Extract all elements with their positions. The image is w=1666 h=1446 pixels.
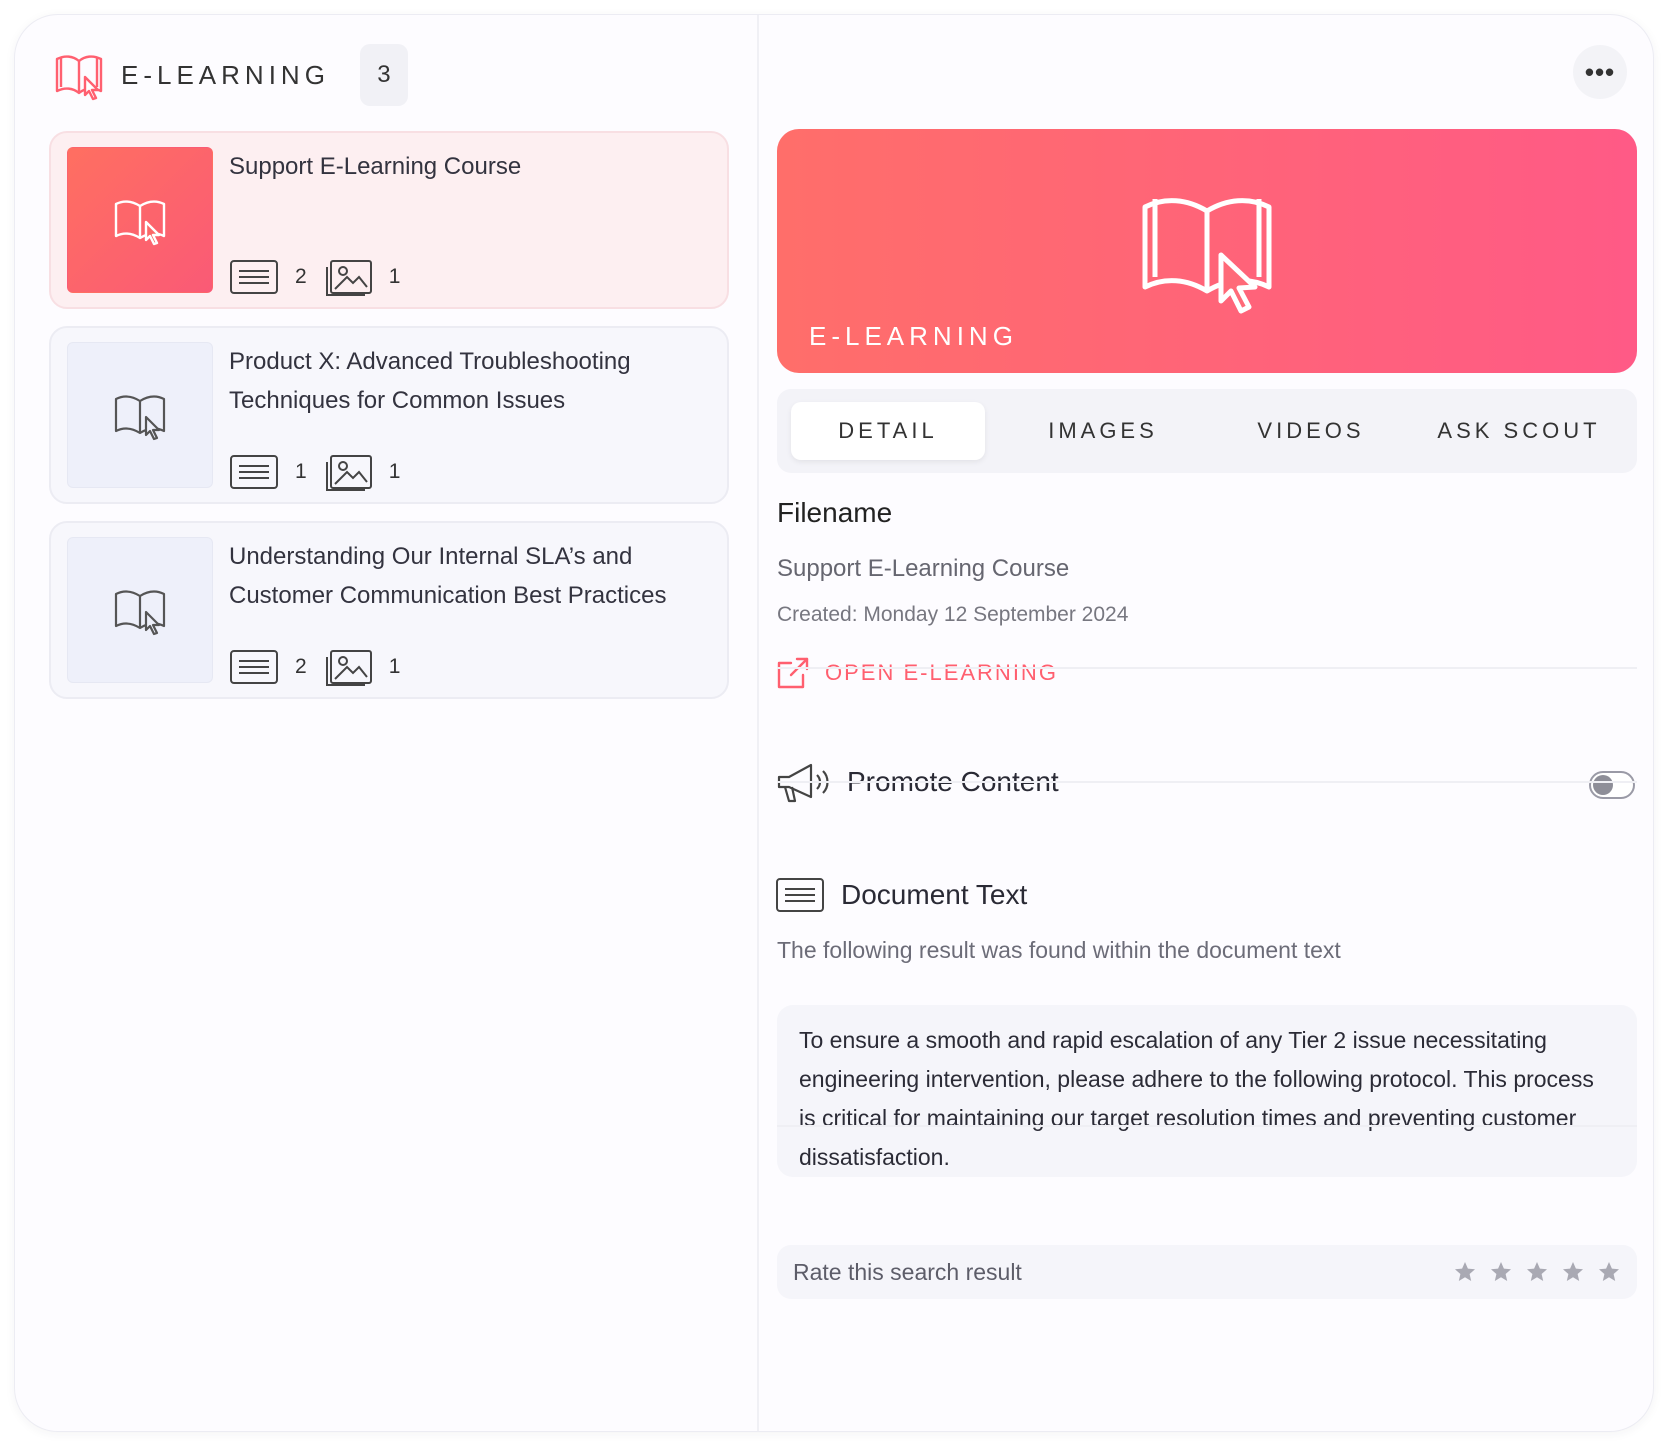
document-icon — [776, 878, 824, 912]
document-icon — [230, 455, 278, 489]
doc-count: 2 — [295, 265, 307, 288]
document-icon — [230, 260, 278, 294]
star-icon[interactable] — [1489, 1260, 1513, 1284]
image-icon — [325, 260, 372, 296]
star-icon[interactable] — [1525, 1260, 1549, 1284]
document-text-excerpt: To ensure a smooth and rapid escalation … — [799, 1027, 1594, 1170]
image-icon — [325, 650, 372, 686]
document-text-header: Document Text — [775, 875, 1027, 915]
tab-videos[interactable]: VIDEOS — [1207, 402, 1415, 460]
tab-ask-scout[interactable]: ASK SCOUT — [1415, 402, 1623, 460]
more-options-button[interactable]: ••• — [1573, 45, 1627, 99]
list-item[interactable]: Support E-Learning Course 2 1 — [49, 131, 729, 309]
column-divider — [757, 15, 759, 1431]
list-item[interactable]: Understanding Our Internal SLA’s and Cus… — [49, 521, 729, 699]
open-elearning-link[interactable]: OPEN E-LEARNING — [775, 655, 1058, 691]
filename-label: Filename — [777, 497, 893, 528]
filename-value: Support E-Learning Course — [777, 555, 1070, 582]
item-thumbnail — [67, 342, 213, 488]
image-count: 1 — [388, 655, 401, 678]
document-text-title: Document Text — [841, 879, 1028, 910]
image-count: 1 — [388, 460, 401, 483]
created-date: Created: Monday 12 September 2024 — [777, 603, 1129, 626]
result-list: Support E-Learning Course 2 1 Product X:… — [49, 131, 729, 716]
result-count-badge: 3 — [359, 44, 408, 106]
list-title: E-LEARNING — [121, 59, 330, 90]
document-text-excerpt-box: To ensure a smooth and rapid escalation … — [777, 1005, 1637, 1177]
promote-toggle[interactable] — [1589, 771, 1635, 799]
hero-title: E-LEARNING — [809, 321, 1018, 351]
open-elearning-label: OPEN E-LEARNING — [825, 660, 1058, 685]
item-meta: 1 1 — [229, 452, 416, 492]
list-header: E-LEARNING 3 — [51, 43, 408, 107]
item-title: Understanding Our Internal SLA’s and Cus… — [229, 543, 667, 609]
image-icon — [325, 455, 372, 491]
item-thumbnail — [67, 537, 213, 683]
book-cursor-icon — [1142, 198, 1272, 314]
divider — [777, 1125, 1637, 1127]
document-text-subtitle: The following result was found within th… — [777, 937, 1341, 963]
external-link-icon — [777, 657, 809, 689]
divider — [777, 781, 1637, 783]
rating-label: Rate this search result — [793, 1258, 1022, 1285]
list-item[interactable]: Product X: Advanced Troubleshooting Tech… — [49, 326, 729, 504]
book-cursor-icon — [114, 395, 166, 441]
star-icon[interactable] — [1561, 1260, 1585, 1284]
tab-detail[interactable]: DETAIL — [791, 402, 985, 460]
elearning-panel: E-LEARNING 3 Support E-Learning Course 2 — [14, 14, 1654, 1432]
item-title: Product X: Advanced Troubleshooting Tech… — [229, 348, 631, 414]
more-icon: ••• — [1584, 56, 1616, 87]
item-title: Support E-Learning Course — [229, 153, 522, 180]
toggle-knob — [1593, 775, 1613, 795]
book-cursor-icon — [55, 55, 103, 101]
star-icon[interactable] — [1597, 1260, 1621, 1284]
doc-count: 2 — [295, 655, 307, 678]
tab-images[interactable]: IMAGES — [999, 402, 1207, 460]
item-meta: 2 1 — [229, 647, 416, 687]
star-icon[interactable] — [1453, 1260, 1477, 1284]
hero-banner: E-LEARNING — [777, 129, 1637, 373]
item-meta: 2 1 — [229, 257, 416, 297]
divider — [777, 667, 1637, 669]
rating-stars — [1441, 1260, 1621, 1284]
item-thumbnail — [67, 147, 213, 293]
rating-bar: Rate this search result — [777, 1245, 1637, 1299]
detail-tabs: DETAIL IMAGES VIDEOS ASK SCOUT — [777, 389, 1637, 473]
image-count: 1 — [388, 265, 401, 288]
book-cursor-icon — [114, 590, 166, 636]
book-cursor-icon — [114, 200, 166, 246]
doc-count: 1 — [295, 460, 307, 483]
document-icon — [230, 650, 278, 684]
